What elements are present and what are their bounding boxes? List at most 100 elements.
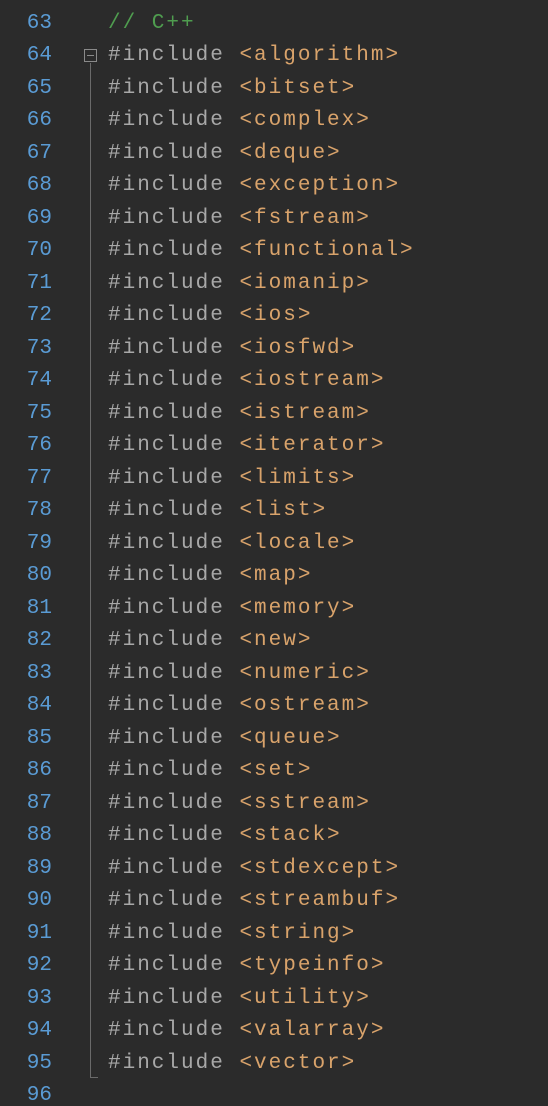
include-header: <deque> [239, 142, 341, 165]
comment-text: // C++ [108, 12, 196, 35]
code-line[interactable]: #include <istream> [108, 398, 548, 431]
code-line[interactable]: #include <functional> [108, 235, 548, 268]
preprocessor-keyword: #include [108, 824, 225, 847]
preprocessor-keyword: #include [108, 77, 225, 100]
preprocessor-keyword: #include [108, 434, 225, 457]
preprocessor-keyword: #include [108, 337, 225, 360]
code-line[interactable]: #include <typeinfo> [108, 950, 548, 983]
include-header: <algorithm> [239, 44, 400, 67]
include-header: <set> [239, 759, 312, 782]
include-header: <locale> [239, 532, 356, 555]
line-number: 81 [0, 593, 60, 626]
code-editor[interactable]: 6263646566676869707172737475767778798081… [0, 0, 548, 1106]
code-area[interactable]: // C++#include <algorithm>#include <bits… [108, 0, 548, 1106]
preprocessor-keyword: #include [108, 402, 225, 425]
code-line[interactable]: #include <stdexcept> [108, 853, 548, 886]
code-line[interactable]: #include <valarray> [108, 1015, 548, 1048]
include-header: <map> [239, 564, 312, 587]
preprocessor-keyword: #include [108, 564, 225, 587]
include-header: <queue> [239, 727, 341, 750]
code-line[interactable]: #include <algorithm> [108, 40, 548, 73]
line-number: 83 [0, 658, 60, 691]
code-line[interactable] [108, 1080, 548, 1106]
line-number: 62 [0, 0, 60, 8]
preprocessor-keyword: #include [108, 467, 225, 490]
line-number: 72 [0, 300, 60, 333]
preprocessor-keyword: #include [108, 922, 225, 945]
include-header: <iomanip> [239, 272, 370, 295]
preprocessor-keyword: #include [108, 889, 225, 912]
include-header: <sstream> [239, 792, 370, 815]
code-line[interactable]: #include <queue> [108, 723, 548, 756]
code-line[interactable]: #include <iosfwd> [108, 333, 548, 366]
code-line[interactable]: #include <memory> [108, 593, 548, 626]
line-number: 67 [0, 138, 60, 171]
code-line[interactable]: #include <fstream> [108, 203, 548, 236]
include-header: <memory> [239, 597, 356, 620]
line-number: 68 [0, 170, 60, 203]
code-line[interactable]: #include <locale> [108, 528, 548, 561]
include-header: <iostream> [239, 369, 385, 392]
code-line[interactable]: #include <string> [108, 918, 548, 951]
line-number: 86 [0, 755, 60, 788]
preprocessor-keyword: #include [108, 987, 225, 1010]
line-number: 96 [0, 1080, 60, 1106]
include-header: <bitset> [239, 77, 356, 100]
include-header: <stdexcept> [239, 857, 400, 880]
code-line[interactable]: #include <limits> [108, 463, 548, 496]
preprocessor-keyword: #include [108, 207, 225, 230]
code-line[interactable]: #include <exception> [108, 170, 548, 203]
code-line[interactable]: #include <iomanip> [108, 268, 548, 301]
include-header: <iterator> [239, 434, 385, 457]
preprocessor-keyword: #include [108, 304, 225, 327]
code-line[interactable]: // C++ [108, 8, 548, 41]
code-line[interactable]: #include <streambuf> [108, 885, 548, 918]
code-line[interactable]: #include <new> [108, 625, 548, 658]
line-number-gutter: 6263646566676869707172737475767778798081… [0, 0, 60, 1081]
code-line[interactable]: #include <ios> [108, 300, 548, 333]
preprocessor-keyword: #include [108, 239, 225, 262]
line-number: 64 [0, 40, 60, 73]
preprocessor-keyword: #include [108, 792, 225, 815]
preprocessor-keyword: #include [108, 662, 225, 685]
code-line[interactable]: #include <vector> [108, 1048, 548, 1081]
code-line[interactable] [108, 0, 548, 8]
include-header: <typeinfo> [239, 954, 385, 977]
preprocessor-keyword: #include [108, 694, 225, 717]
preprocessor-keyword: #include [108, 369, 225, 392]
include-header: <new> [239, 629, 312, 652]
code-line[interactable]: #include <sstream> [108, 788, 548, 821]
code-line[interactable]: #include <ostream> [108, 690, 548, 723]
line-number: 94 [0, 1015, 60, 1048]
preprocessor-keyword: #include [108, 1019, 225, 1042]
include-header: <valarray> [239, 1019, 385, 1042]
line-number: 92 [0, 950, 60, 983]
fold-toggle-icon[interactable] [84, 49, 97, 62]
line-number: 82 [0, 625, 60, 658]
code-line[interactable]: #include <numeric> [108, 658, 548, 691]
line-number: 76 [0, 430, 60, 463]
include-header: <list> [239, 499, 327, 522]
include-header: <functional> [239, 239, 414, 262]
code-line[interactable]: #include <complex> [108, 105, 548, 138]
preprocessor-keyword: #include [108, 109, 225, 132]
code-line[interactable]: #include <iterator> [108, 430, 548, 463]
preprocessor-keyword: #include [108, 954, 225, 977]
code-line[interactable]: #include <stack> [108, 820, 548, 853]
preprocessor-keyword: #include [108, 759, 225, 782]
code-line[interactable]: #include <iostream> [108, 365, 548, 398]
code-line[interactable]: #include <set> [108, 755, 548, 788]
line-number: 84 [0, 690, 60, 723]
code-line[interactable]: #include <list> [108, 495, 548, 528]
line-number: 85 [0, 723, 60, 756]
code-line[interactable]: #include <utility> [108, 983, 548, 1016]
line-number: 73 [0, 333, 60, 366]
fold-column [60, 0, 100, 1081]
code-line[interactable]: #include <map> [108, 560, 548, 593]
line-number: 66 [0, 105, 60, 138]
line-number: 63 [0, 8, 60, 41]
include-header: <istream> [239, 402, 370, 425]
preprocessor-keyword: #include [108, 857, 225, 880]
code-line[interactable]: #include <deque> [108, 138, 548, 171]
code-line[interactable]: #include <bitset> [108, 73, 548, 106]
